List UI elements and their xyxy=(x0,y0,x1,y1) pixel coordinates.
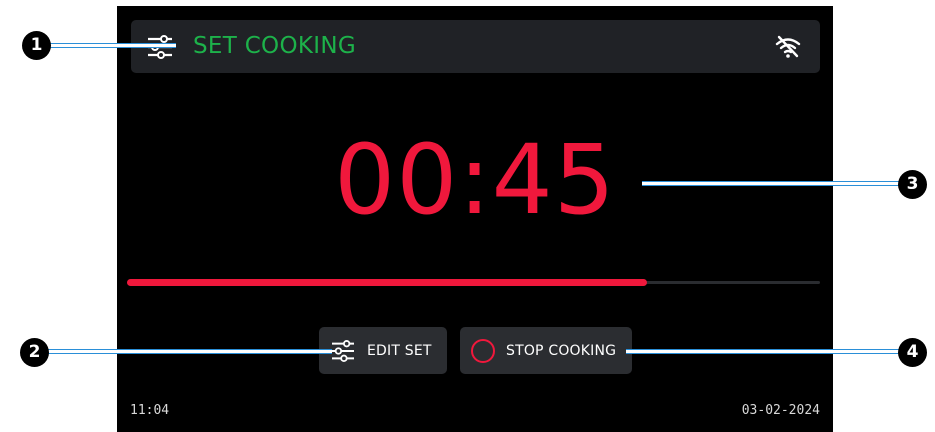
header-bar: SET COOKING xyxy=(131,20,820,73)
stop-circle-icon xyxy=(471,338,495,363)
stop-cooking-button[interactable]: STOP COOKING xyxy=(460,327,632,374)
callout-marker-2: 2 xyxy=(20,338,49,367)
clock-time: 11:04 xyxy=(130,403,170,418)
callout-line-2 xyxy=(36,349,332,354)
callout-marker-1: 1 xyxy=(22,31,51,60)
edit-set-label: EDIT SET xyxy=(367,342,432,359)
edit-set-button[interactable]: EDIT SET xyxy=(319,327,447,374)
wifi-off-icon[interactable] xyxy=(774,35,802,59)
oven-display-screen: SET COOKING 00:45 EDIT SET STOP COOKING … xyxy=(117,6,833,432)
page-title: SET COOKING xyxy=(193,33,356,59)
stop-cooking-label: STOP COOKING xyxy=(506,342,617,359)
countdown-timer: 00:45 xyxy=(334,124,616,236)
callout-line-3 xyxy=(642,181,918,186)
callout-marker-3: 3 xyxy=(898,170,927,199)
cooking-progress-fill xyxy=(127,279,647,286)
annotated-figure: SET COOKING 00:45 EDIT SET STOP COOKING … xyxy=(0,0,935,432)
callout-line-4 xyxy=(626,349,918,354)
cooking-progress-bar xyxy=(127,279,820,286)
callout-marker-4: 4 xyxy=(898,338,927,367)
callout-line-1 xyxy=(36,43,176,48)
sliders-icon xyxy=(332,339,354,362)
current-date: 03-02-2024 xyxy=(741,403,820,418)
